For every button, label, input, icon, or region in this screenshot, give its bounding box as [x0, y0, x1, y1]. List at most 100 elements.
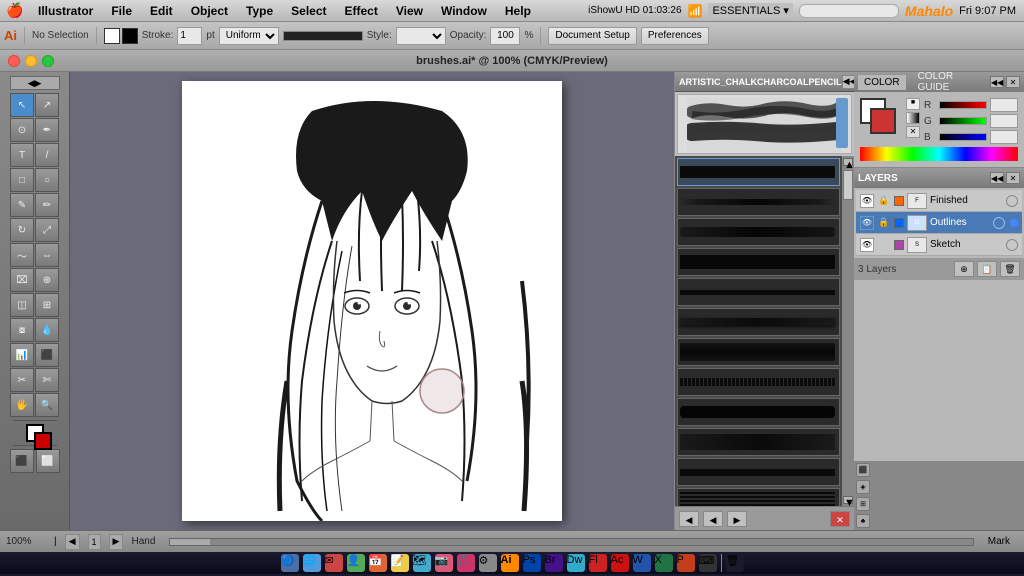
- add-layer-btn[interactable]: 📋: [977, 261, 997, 277]
- dock-safari[interactable]: 🌐: [303, 554, 321, 572]
- menu-illustrator[interactable]: Illustrator: [30, 3, 101, 19]
- brush-item-7[interactable]: [677, 338, 840, 366]
- layer-eye-finished[interactable]: 👁: [860, 194, 874, 208]
- dock-excel[interactable]: X: [655, 554, 673, 572]
- fill-tool[interactable]: [26, 424, 44, 442]
- dock-photoshop[interactable]: Ps: [523, 554, 541, 572]
- g-slider[interactable]: [939, 117, 987, 125]
- stroke-value[interactable]: [177, 27, 202, 45]
- brush-page-prev[interactable]: ◀: [703, 511, 723, 527]
- tool-lasso[interactable]: ⊙: [10, 118, 34, 142]
- dock-dreamweaver[interactable]: Dw: [567, 554, 585, 572]
- brush-delete[interactable]: ✕: [830, 511, 850, 527]
- tool-width[interactable]: ⇔: [35, 243, 59, 267]
- panel-icon-4[interactable]: ♣: [856, 514, 870, 528]
- brush-item-6[interactable]: [677, 308, 840, 336]
- dock-calendar[interactable]: 📅: [369, 554, 387, 572]
- blue-scrollbar-indicator[interactable]: [836, 98, 848, 148]
- dock-trash[interactable]: 🗑: [726, 554, 744, 572]
- brush-page-first[interactable]: ◀: [679, 511, 699, 527]
- brush-item-11[interactable]: [677, 458, 840, 486]
- tool-paintbrush[interactable]: ✎: [10, 193, 34, 217]
- none-btn[interactable]: ✕: [906, 126, 920, 138]
- tool-type[interactable]: T: [10, 143, 34, 167]
- menu-edit[interactable]: Edit: [142, 3, 181, 19]
- maximize-button[interactable]: [42, 55, 54, 67]
- tool-zoom[interactable]: 🔍: [35, 393, 59, 417]
- r-slider[interactable]: [939, 101, 987, 109]
- dock-mail[interactable]: ✉: [325, 554, 343, 572]
- tool-pencil[interactable]: ✏: [35, 193, 59, 217]
- search-input[interactable]: [799, 4, 899, 18]
- panel-icon-1[interactable]: ⬛: [856, 463, 870, 477]
- brush-page-play[interactable]: ▶: [727, 511, 747, 527]
- layer-item-finished[interactable]: 👁 🔒 F Finished: [856, 190, 1022, 212]
- menu-select[interactable]: Select: [283, 3, 334, 19]
- color-spectrum[interactable]: [860, 147, 1018, 161]
- color-panel-expand[interactable]: ◀◀: [990, 76, 1004, 88]
- doc-setup-button[interactable]: Document Setup: [548, 27, 637, 45]
- brush-item-2[interactable]: [677, 188, 840, 216]
- tool-gradient[interactable]: ◫: [10, 293, 34, 317]
- dock-contacts[interactable]: 👤: [347, 554, 365, 572]
- layer-eye-outlines[interactable]: 👁: [860, 216, 874, 230]
- tool-hand[interactable]: 🖐: [10, 393, 34, 417]
- layer-eye-sketch[interactable]: 👁: [860, 238, 874, 252]
- menu-file[interactable]: File: [103, 3, 140, 19]
- tool-free-transform[interactable]: ⌧: [10, 268, 34, 292]
- tool-pen[interactable]: ✒: [35, 118, 59, 142]
- make-sublayer-btn[interactable]: ⊕: [954, 261, 974, 277]
- dock-photos[interactable]: 📷: [435, 554, 453, 572]
- brush-item-12[interactable]: [677, 488, 840, 506]
- b-input[interactable]: [990, 130, 1018, 144]
- layers-close-btn[interactable]: ✕: [1006, 172, 1020, 184]
- menu-help[interactable]: Help: [497, 3, 539, 19]
- dock-flash[interactable]: Fl: [589, 554, 607, 572]
- dock-word[interactable]: W: [633, 554, 651, 572]
- menu-object[interactable]: Object: [183, 3, 236, 19]
- canvas-area[interactable]: [70, 72, 674, 530]
- scroll-down-arrow[interactable]: ▼: [843, 496, 853, 504]
- dock-powerpoint[interactable]: P: [677, 554, 695, 572]
- tool-selection[interactable]: ↖: [10, 93, 34, 117]
- brush-item-8[interactable]: [677, 368, 840, 396]
- dock-acrobat[interactable]: Ac: [611, 554, 629, 572]
- brush-item-10[interactable]: [677, 428, 840, 456]
- close-button[interactable]: [8, 55, 20, 67]
- style-select[interactable]: [396, 27, 446, 45]
- fill-swatch[interactable]: [104, 28, 120, 44]
- gradient-btn[interactable]: [906, 112, 920, 124]
- stroke-swatch[interactable]: [122, 28, 138, 44]
- panel-icon-2[interactable]: ◈: [856, 480, 870, 494]
- tool-artboard[interactable]: ⬛: [35, 343, 59, 367]
- brush-item-5[interactable]: [677, 278, 840, 306]
- scroll-indicator[interactable]: [169, 538, 973, 546]
- layer-lock-sketch[interactable]: [877, 238, 891, 252]
- tool-direct-selection[interactable]: ↗: [35, 93, 59, 117]
- layers-expand-btn[interactable]: ◀◀: [990, 172, 1004, 184]
- dock-bridge[interactable]: Br: [545, 554, 563, 572]
- tool-ellipse[interactable]: ○: [35, 168, 59, 192]
- tool-rect[interactable]: □: [10, 168, 34, 192]
- layer-lock-finished[interactable]: 🔒: [877, 194, 891, 208]
- apple-menu[interactable]: 🍎: [0, 2, 30, 19]
- dock-system-prefs[interactable]: ⚙: [479, 554, 497, 572]
- tool-blend[interactable]: ⧇: [10, 318, 34, 342]
- tool-line[interactable]: /: [35, 143, 59, 167]
- nav-prev-btn[interactable]: ◀: [65, 534, 80, 550]
- tool-eyedropper[interactable]: 💧: [35, 318, 59, 342]
- nav-page-btn[interactable]: 1: [88, 534, 101, 550]
- screen-mode-normal[interactable]: ⬛: [10, 449, 34, 473]
- opacity-input[interactable]: [490, 27, 520, 45]
- r-input[interactable]: [990, 98, 1018, 112]
- screen-mode-full[interactable]: ⬜: [36, 449, 60, 473]
- tool-scissors[interactable]: ✄: [35, 368, 59, 392]
- essentials-menu[interactable]: ESSENTIALS ▾: [708, 3, 792, 18]
- dock-maps[interactable]: 🗺: [413, 554, 431, 572]
- tool-chart[interactable]: 📊: [10, 343, 34, 367]
- scroll-thumb[interactable]: [843, 170, 853, 200]
- tool-slice[interactable]: ✂: [10, 368, 34, 392]
- brushes-scrollbar[interactable]: ▲ ▼: [842, 156, 854, 506]
- stroke-tool[interactable]: [34, 432, 52, 450]
- tool-mesh[interactable]: ⊞: [35, 293, 59, 317]
